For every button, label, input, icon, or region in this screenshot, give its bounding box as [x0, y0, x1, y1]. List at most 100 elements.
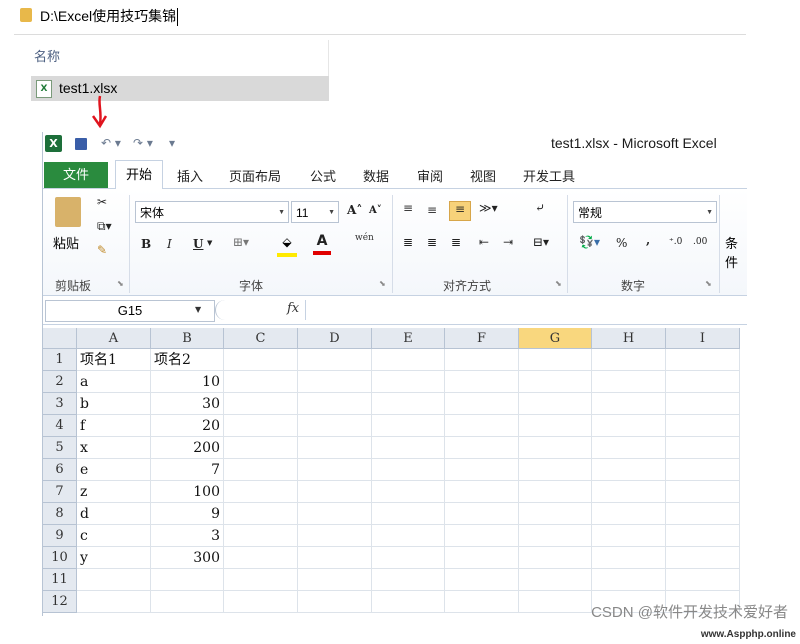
excel-logo-icon[interactable]: X [45, 135, 62, 152]
paste-button[interactable]: 粘贴 [53, 233, 79, 252]
table-cell[interactable] [224, 437, 298, 459]
table-cell[interactable] [519, 569, 592, 591]
table-cell[interactable] [372, 503, 445, 525]
table-cell[interactable] [445, 349, 519, 371]
table-cell[interactable] [224, 569, 298, 591]
table-cell[interactable] [372, 481, 445, 503]
row-header[interactable]: 1 [43, 349, 77, 371]
table-cell[interactable]: z [77, 481, 151, 503]
table-cell[interactable] [224, 481, 298, 503]
table-cell[interactable] [372, 569, 445, 591]
table-cell[interactable] [298, 525, 372, 547]
number-format-combo[interactable]: 常规 ▼ [573, 201, 717, 223]
italic-button[interactable]: I [167, 237, 172, 251]
table-cell[interactable] [445, 591, 519, 613]
font-name-combo[interactable]: 宋体 ▼ [135, 201, 289, 223]
table-cell[interactable] [519, 547, 592, 569]
table-cell[interactable] [372, 459, 445, 481]
align-right-icon[interactable]: ≣ [451, 235, 461, 249]
table-cell[interactable]: f [77, 415, 151, 437]
table-cell[interactable] [298, 393, 372, 415]
table-cell[interactable]: 20 [151, 415, 224, 437]
row-header[interactable]: 7 [43, 481, 77, 503]
table-cell[interactable]: d [77, 503, 151, 525]
align-left-icon[interactable]: ≣ [403, 235, 413, 249]
table-cell[interactable] [666, 481, 740, 503]
table-cell[interactable] [372, 591, 445, 613]
align-bottom-icon[interactable]: ≡ [449, 201, 471, 221]
table-cell[interactable] [224, 591, 298, 613]
table-cell[interactable] [666, 503, 740, 525]
table-cell[interactable] [445, 525, 519, 547]
percent-button[interactable]: % [616, 236, 627, 250]
paste-icon[interactable] [55, 197, 81, 227]
column-header[interactable]: D [298, 328, 372, 349]
table-cell[interactable] [372, 415, 445, 437]
table-cell[interactable] [445, 459, 519, 481]
table-cell[interactable]: 10 [151, 371, 224, 393]
table-cell[interactable]: c [77, 525, 151, 547]
name-box[interactable]: G15 [45, 300, 215, 322]
wrap-text-icon[interactable]: ⤶ [535, 201, 545, 215]
table-cell[interactable] [445, 503, 519, 525]
decrease-indent-icon[interactable]: ⇤ [479, 235, 489, 249]
table-cell[interactable]: 100 [151, 481, 224, 503]
underline-button[interactable]: U [193, 237, 203, 251]
table-cell[interactable] [445, 371, 519, 393]
table-cell[interactable] [298, 481, 372, 503]
table-cell[interactable] [519, 371, 592, 393]
table-cell[interactable] [224, 503, 298, 525]
column-header[interactable]: E [372, 328, 445, 349]
column-header[interactable]: F [445, 328, 519, 349]
tab-review[interactable]: 审阅 [417, 166, 443, 185]
file-list-item[interactable]: X test1.xlsx [31, 76, 329, 101]
increase-indent-icon[interactable]: ⇥ [503, 235, 513, 249]
table-cell[interactable] [224, 459, 298, 481]
table-cell[interactable] [666, 547, 740, 569]
tab-home[interactable]: 开始 [115, 160, 163, 191]
cut-icon[interactable]: ✂ [97, 195, 107, 209]
table-cell[interactable] [519, 503, 592, 525]
table-cell[interactable] [445, 437, 519, 459]
table-cell[interactable] [298, 459, 372, 481]
table-cell[interactable] [519, 393, 592, 415]
table-cell[interactable] [298, 349, 372, 371]
font-color-button[interactable]: A [313, 233, 331, 255]
row-header[interactable]: 2 [43, 371, 77, 393]
table-cell[interactable] [592, 525, 666, 547]
bold-button[interactable]: B [141, 237, 151, 251]
tab-formulas[interactable]: 公式 [310, 166, 336, 185]
table-cell[interactable]: 3 [151, 525, 224, 547]
number-launcher-icon[interactable]: ⬊ [705, 279, 712, 288]
customize-qat-icon[interactable]: ▾ [169, 136, 175, 150]
table-cell[interactable] [666, 525, 740, 547]
table-cell[interactable] [445, 569, 519, 591]
table-cell[interactable] [592, 569, 666, 591]
table-cell[interactable] [77, 569, 151, 591]
row-header[interactable]: 11 [43, 569, 77, 591]
table-cell[interactable] [298, 547, 372, 569]
splitter-icon[interactable] [215, 300, 226, 320]
column-header[interactable]: A [77, 328, 151, 349]
name-column-header[interactable]: 名称 [34, 46, 60, 65]
table-cell[interactable] [592, 481, 666, 503]
currency-icon[interactable]: 💱▾ [579, 235, 600, 249]
table-cell[interactable] [151, 591, 224, 613]
table-cell[interactable] [519, 481, 592, 503]
table-cell[interactable] [519, 591, 592, 613]
table-cell[interactable]: e [77, 459, 151, 481]
table-cell[interactable] [519, 459, 592, 481]
select-all-corner[interactable] [43, 328, 77, 349]
table-cell[interactable] [372, 349, 445, 371]
table-cell[interactable] [592, 371, 666, 393]
table-cell[interactable] [151, 569, 224, 591]
insert-function-button[interactable]: fx [287, 301, 299, 316]
formula-input[interactable] [305, 300, 747, 320]
shrink-font-button[interactable]: A˅ [369, 205, 382, 216]
fill-color-icon[interactable]: ⬙ [277, 235, 297, 257]
table-cell[interactable] [666, 437, 740, 459]
border-icon[interactable]: ⊞▾ [233, 235, 249, 249]
clipboard-launcher-icon[interactable]: ⬊ [117, 279, 124, 288]
table-cell[interactable] [224, 525, 298, 547]
row-header[interactable]: 4 [43, 415, 77, 437]
